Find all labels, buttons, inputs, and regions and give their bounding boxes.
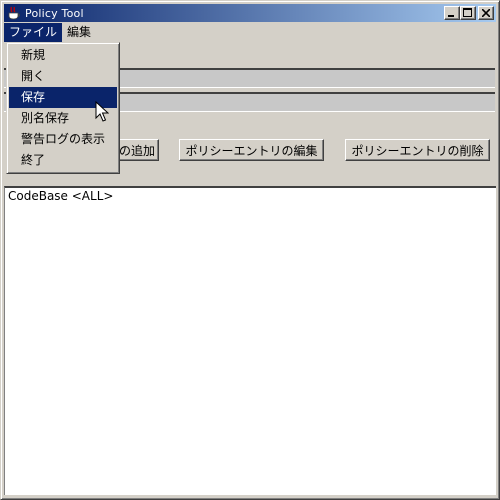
delete-policy-entry-label: ポリシーエントリの削除 — [351, 143, 484, 158]
menu-item-view-warning-log[interactable]: 警告ログの表示 — [9, 129, 117, 150]
maximize-button[interactable] — [460, 6, 476, 20]
menu-item-new[interactable]: 新規 — [9, 45, 117, 66]
menu-bar: ファイル 編集 — [4, 23, 496, 42]
policy-tool-window: Policy Tool ファイル 編集 の追加 ポリシーエントリの編集 ポリシー… — [0, 0, 500, 500]
add-policy-entry-label: の追加 — [118, 143, 155, 158]
edit-policy-entry-button[interactable]: ポリシーエントリの編集 — [179, 139, 324, 161]
edit-policy-entry-label: ポリシーエントリの編集 — [185, 143, 318, 158]
close-button[interactable] — [478, 6, 494, 20]
caption-buttons — [444, 6, 494, 20]
menu-edit[interactable]: 編集 — [62, 23, 96, 42]
list-item[interactable]: CodeBase <ALL> — [8, 189, 493, 204]
close-icon — [482, 9, 490, 17]
title-bar[interactable]: Policy Tool — [4, 4, 496, 22]
menu-file[interactable]: ファイル — [4, 23, 63, 42]
policy-entry-list[interactable]: CodeBase <ALL> — [4, 186, 496, 495]
menu-item-open[interactable]: 開く — [9, 66, 117, 87]
window-title: Policy Tool — [25, 6, 84, 20]
java-cup-icon — [8, 6, 20, 20]
minimize-button[interactable] — [444, 6, 460, 20]
delete-policy-entry-button[interactable]: ポリシーエントリの削除 — [345, 139, 490, 161]
mouse-cursor-icon — [95, 101, 109, 122]
menu-item-exit[interactable]: 終了 — [9, 150, 117, 171]
